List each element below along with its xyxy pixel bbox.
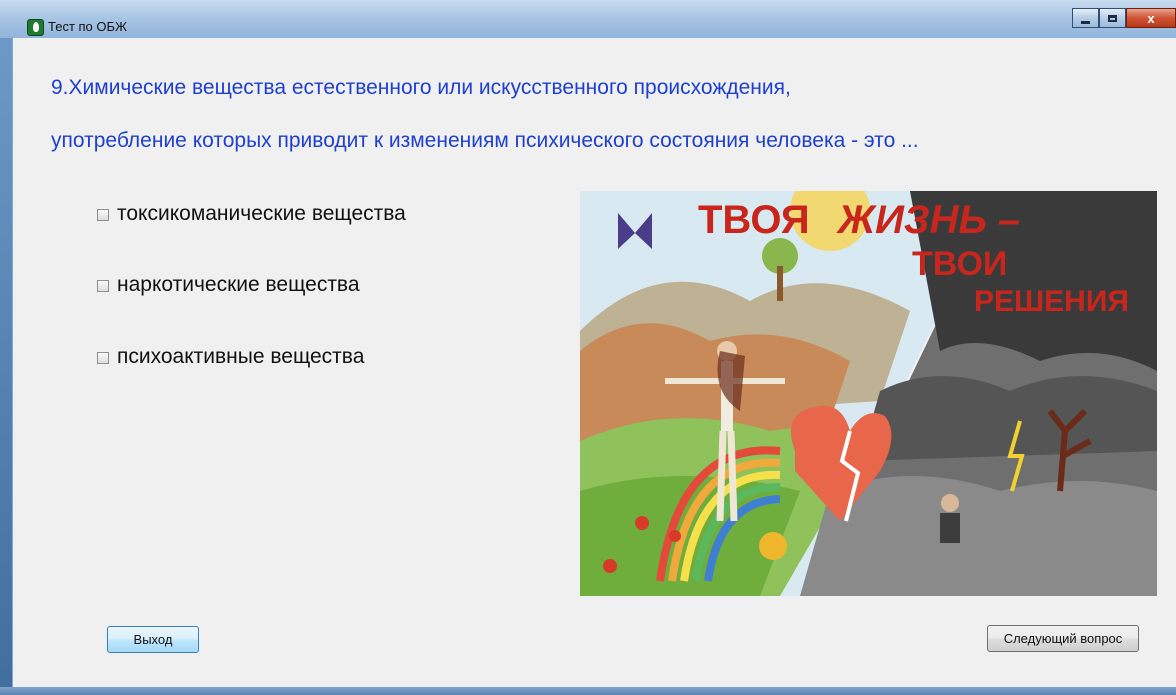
option-narcotic[interactable]: наркотические вещества: [97, 273, 360, 297]
option-label: токсикоманические вещества: [117, 202, 406, 225]
app-icon: [27, 19, 44, 36]
option-checkbox[interactable]: [97, 208, 109, 221]
option-label: наркотические вещества: [117, 273, 360, 296]
question-text-line-2: употребление которых приводит к изменени…: [51, 129, 919, 152]
app-window: Тест по ОБЖ x 9.Химические вещества есте…: [0, 0, 1176, 695]
window-title: Тест по ОБЖ: [48, 19, 128, 34]
close-icon: x: [1147, 10, 1155, 26]
window-controls: x: [1072, 8, 1176, 30]
poster-text-line-4: РЕШЕНИЯ: [974, 285, 1129, 318]
poster-illustration: ТВОЯ ЖИЗНЬ – ТВОИ РЕШЕНИЯ: [580, 191, 1157, 596]
exit-button[interactable]: Выход: [107, 626, 199, 653]
maximize-icon: [1108, 14, 1117, 22]
maximize-button[interactable]: [1099, 8, 1126, 28]
question-text-line-1: 9.Химические вещества естественного или …: [51, 76, 791, 99]
option-toxic[interactable]: токсикоманические вещества: [97, 202, 406, 226]
poster-text-line-2: ЖИЗНЬ –: [836, 198, 1020, 242]
option-checkbox[interactable]: [97, 351, 109, 364]
minimize-button[interactable]: [1072, 8, 1099, 28]
window-bottom-border: [0, 687, 1176, 695]
close-button[interactable]: x: [1126, 8, 1176, 28]
option-psychoactive[interactable]: психоактивные вещества: [97, 345, 364, 369]
option-label: психоактивные вещества: [117, 345, 365, 368]
next-question-button[interactable]: Следующий вопрос: [987, 625, 1139, 652]
poster-image: ТВОЯ ЖИЗНЬ – ТВОИ РЕШЕНИЯ: [580, 191, 1157, 596]
poster-text-line-1: ТВОЯ: [698, 198, 810, 242]
client-area: 9.Химические вещества естественного или …: [12, 38, 1176, 687]
title-bar[interactable]: Тест по ОБЖ x: [0, 0, 1176, 38]
option-checkbox[interactable]: [97, 279, 109, 292]
poster-text-line-3: ТВОИ: [912, 245, 1007, 283]
minimize-icon: [1081, 20, 1090, 24]
